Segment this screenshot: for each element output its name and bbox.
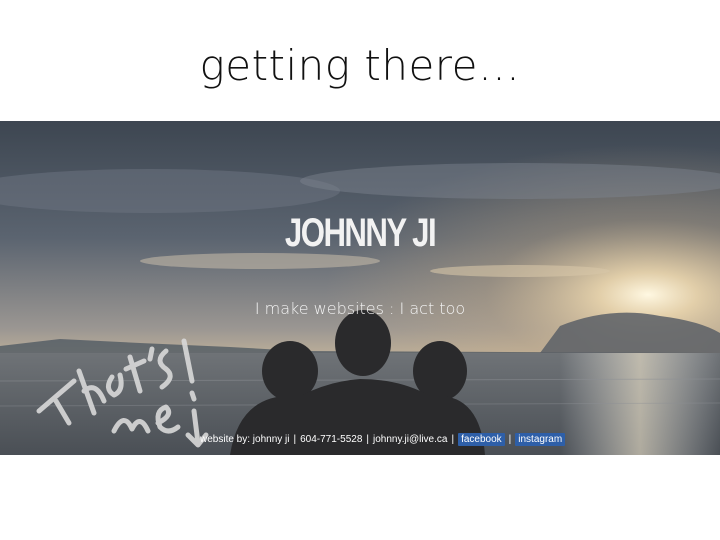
site-tagline: I make websites : I act too [254,299,466,318]
website-screenshot: JOHNNY JI I make websites : I act too we… [0,121,720,455]
site-name: JOHNNY JI [284,211,437,255]
slide-title: getting there… [199,41,521,90]
footer-separator: | [293,433,297,445]
footer-separator: | [366,433,369,445]
footer-separator: | [451,433,455,445]
footer-separator: | [508,433,512,445]
instagram-link[interactable]: instagram [515,432,566,446]
handwritten-annotation-graphic [36,338,209,448]
footer-email[interactable]: johnny.ji@live.ca [373,434,447,445]
site-footer: website by: johnny ji | 604-771-5528 | j… [200,432,566,446]
footer-phone[interactable]: 604-771-5528 [300,434,362,445]
facebook-link[interactable]: facebook [458,432,505,446]
footer-credit: website by: johnny ji [200,433,290,445]
